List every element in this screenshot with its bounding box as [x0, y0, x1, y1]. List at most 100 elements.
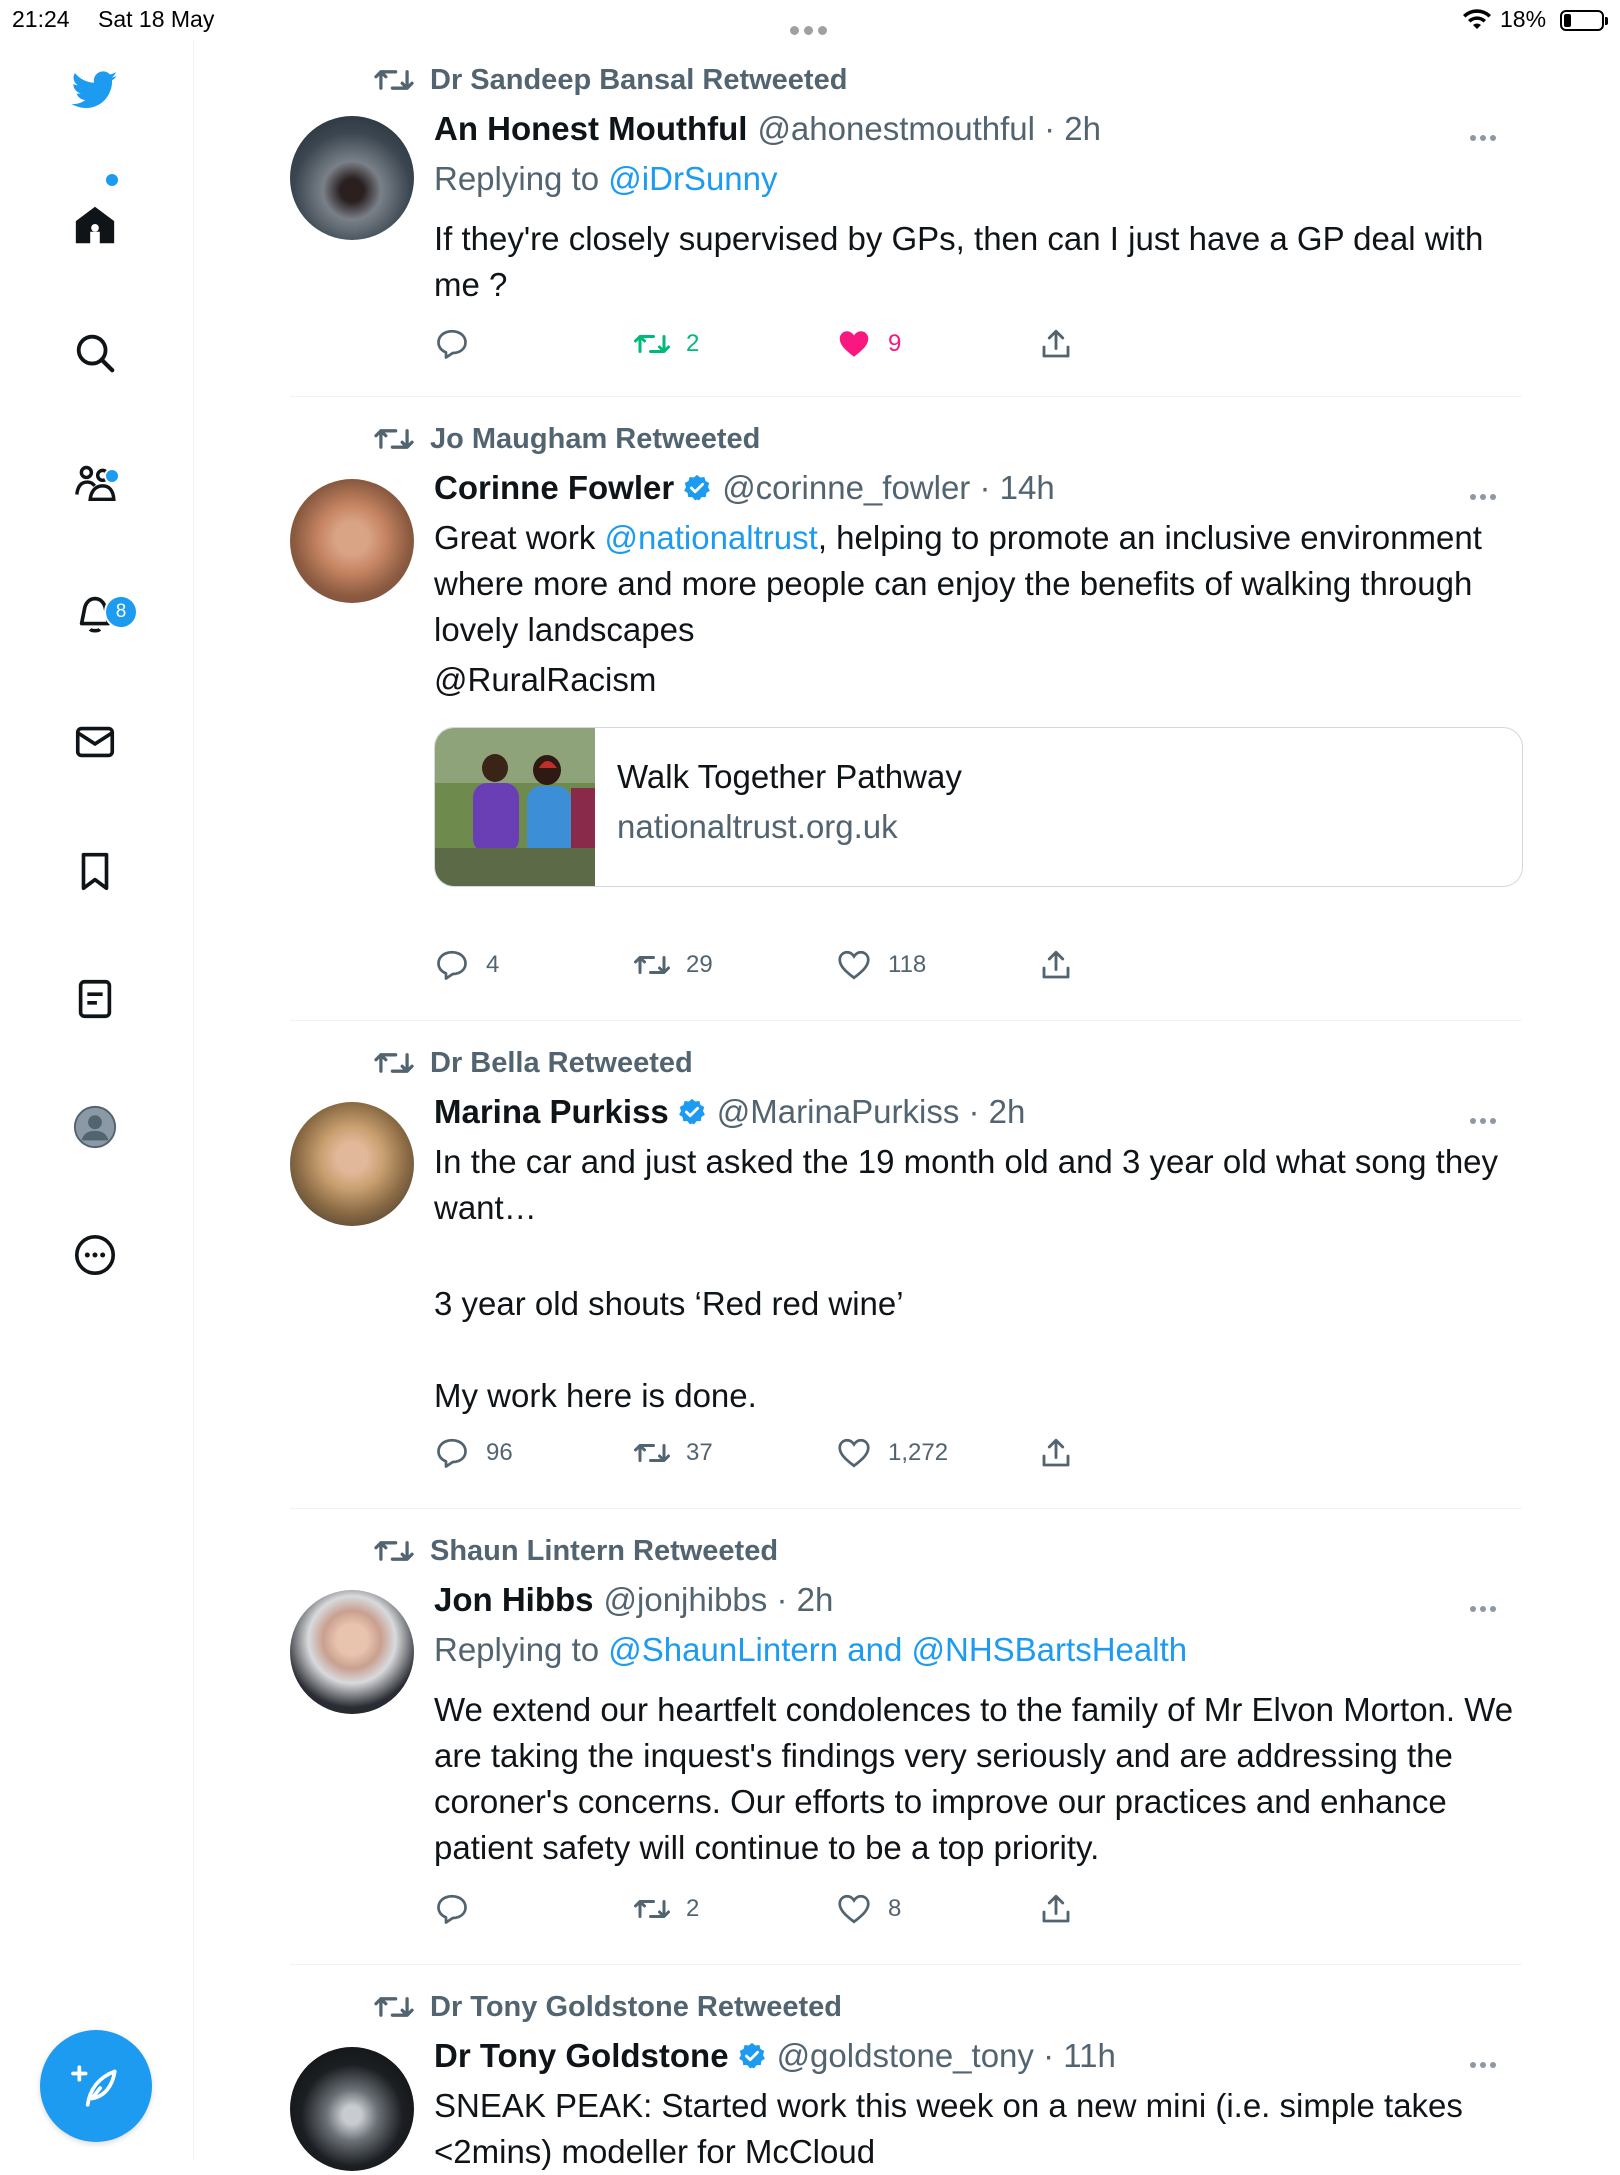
- tweet-text: SNEAK PEAK: Started work this week on a …: [434, 2087, 1463, 2170]
- retweet-button[interactable]: 2: [634, 1891, 699, 1927]
- like-count: 9: [888, 330, 902, 357]
- retweet-context[interactable]: Dr Bella Retweeted: [374, 1045, 693, 1081]
- replying-to-link[interactable]: @ShaunLintern and @NHSBartsHealth: [608, 1631, 1187, 1668]
- tweet[interactable]: Dr Tony Goldstone Retweeted Dr Tony Gold…: [290, 1965, 1522, 2171]
- avatar[interactable]: [290, 479, 414, 603]
- tweet[interactable]: Dr Sandeep Bansal Retweeted An Honest Mo…: [290, 40, 1522, 397]
- wifi-icon: [1463, 9, 1491, 29]
- retweet-button[interactable]: 29: [634, 947, 713, 983]
- replying-to-prefix: Replying to: [434, 1631, 600, 1668]
- heart-filled-icon: [839, 331, 869, 357]
- retweet-context[interactable]: Shaun Lintern Retweeted: [374, 1533, 778, 1569]
- mention-link[interactable]: @nationaltrust: [605, 519, 818, 556]
- like-button[interactable]: 8: [836, 1891, 901, 1927]
- reply-count: 4: [486, 951, 500, 978]
- tweet-header: Marina Purkiss @MarinaPurkiss · 2h: [434, 1093, 1025, 1131]
- home-unread-dot: [104, 172, 120, 188]
- card-thumbnail: [435, 728, 595, 886]
- tweet-actions: 4 29 118: [434, 947, 1134, 987]
- retweet-context[interactable]: Dr Sandeep Bansal Retweeted: [374, 62, 847, 98]
- like-button[interactable]: 118: [836, 947, 926, 983]
- retweet-icon: [634, 335, 670, 353]
- retweet-icon: [374, 429, 414, 449]
- author-handle-time[interactable]: @goldstone_tony · 11h: [777, 2037, 1116, 2075]
- tweet-text: We extend our heartfelt condolences to t…: [434, 1691, 1514, 1866]
- link-card[interactable]: Walk Together Pathway nationaltrust.org.…: [434, 727, 1523, 887]
- like-button[interactable]: 9: [836, 326, 901, 362]
- share-button[interactable]: [1038, 1435, 1090, 1471]
- reply-button[interactable]: 96: [434, 1435, 513, 1471]
- author-name[interactable]: Dr Tony Goldstone: [434, 2037, 729, 2075]
- sidebar: 8: [0, 40, 194, 2160]
- retweet-icon: [374, 70, 414, 90]
- reply-button[interactable]: 4: [434, 947, 499, 983]
- reply-count: 96: [486, 1439, 513, 1466]
- author-handle-time[interactable]: @jonjhibbs · 2h: [604, 1581, 834, 1619]
- author-name[interactable]: An Honest Mouthful: [434, 110, 747, 148]
- retweet-button[interactable]: 37: [634, 1435, 713, 1471]
- replying-to: Replying to @ShaunLintern and @NHSBartsH…: [434, 1631, 1187, 1669]
- author-handle-time[interactable]: @MarinaPurkiss · 2h: [717, 1093, 1026, 1131]
- more-circle-icon[interactable]: [70, 1230, 120, 1280]
- avatar[interactable]: [290, 116, 414, 240]
- tweet[interactable]: Shaun Lintern Retweeted Jon Hibbs @jonjh…: [290, 1509, 1522, 1965]
- bookmark-icon[interactable]: [70, 846, 120, 896]
- more-options-icon[interactable]: [1470, 1599, 1502, 1612]
- verified-badge-icon: [684, 474, 711, 501]
- retweet-icon: [374, 1541, 414, 1561]
- retweet-count: 29: [686, 951, 713, 978]
- tweet-text-p2: 3 year old shouts ‘Red red wine’: [434, 1285, 904, 1322]
- compose-tweet-button[interactable]: [40, 2030, 152, 2142]
- more-options-icon[interactable]: [1470, 2055, 1502, 2068]
- tweet-text: If they're closely supervised by GPs, th…: [434, 220, 1484, 303]
- like-count: 8: [888, 1895, 902, 1922]
- avatar[interactable]: [290, 1590, 414, 1714]
- multitasking-dots[interactable]: [790, 14, 834, 35]
- retweet-button[interactable]: 2: [634, 326, 699, 362]
- twitter-logo-icon[interactable]: [70, 65, 120, 115]
- avatar[interactable]: [290, 1102, 414, 1226]
- messages-envelope-icon[interactable]: [70, 717, 120, 767]
- reply-button[interactable]: [434, 1891, 486, 1927]
- replying-to-link[interactable]: @iDrSunny: [608, 160, 777, 197]
- verified-badge-icon: [678, 1098, 705, 1125]
- more-options-icon[interactable]: [1470, 487, 1502, 500]
- replying-to: Replying to @iDrSunny: [434, 160, 778, 198]
- compose-feather-icon: [71, 2065, 117, 2107]
- author-name[interactable]: Jon Hibbs: [434, 1581, 594, 1619]
- profile-avatar-icon[interactable]: [70, 1102, 120, 1152]
- retweet-icon: [374, 1053, 414, 1073]
- more-options-icon[interactable]: [1470, 1111, 1502, 1124]
- share-button[interactable]: [1038, 947, 1090, 983]
- mention-link[interactable]: @RuralRacism: [434, 657, 656, 703]
- status-time: 21:24: [12, 6, 70, 32]
- home-icon[interactable]: [70, 200, 120, 250]
- retweet-count: 37: [686, 1439, 713, 1466]
- retweeted-by-text: Jo Maugham Retweeted: [430, 422, 761, 455]
- tweet-text-start: Great work: [434, 519, 605, 556]
- search-icon[interactable]: [70, 328, 120, 378]
- author-handle-time[interactable]: @ahonestmouthful · 2h: [757, 110, 1101, 148]
- avatar[interactable]: [290, 2047, 414, 2171]
- tweet-actions: 2 9: [434, 326, 1134, 366]
- share-button[interactable]: [1038, 1891, 1090, 1927]
- like-button[interactable]: 1,272: [836, 1435, 948, 1471]
- tweet-text-p1: In the car and just asked the 19 month o…: [434, 1143, 1499, 1226]
- lists-icon[interactable]: [70, 974, 120, 1024]
- reply-button[interactable]: [434, 326, 486, 362]
- author-handle-time[interactable]: @corinne_fowler · 14h: [722, 469, 1055, 507]
- author-name[interactable]: Marina Purkiss: [434, 1093, 669, 1131]
- heart-icon: [838, 1894, 870, 1924]
- share-button[interactable]: [1038, 326, 1090, 362]
- retweet-count: 2: [686, 330, 700, 357]
- author-name[interactable]: Corinne Fowler: [434, 469, 674, 507]
- tweet[interactable]: Dr Bella Retweeted Marina Purkiss @Marin…: [290, 1021, 1522, 1509]
- tweet[interactable]: Jo Maugham Retweeted Corinne Fowler @cor…: [290, 397, 1523, 1021]
- notifications-badge: 8: [104, 595, 138, 629]
- more-options-icon[interactable]: [1470, 128, 1502, 141]
- tweet-header: Jon Hibbs @jonjhibbs · 2h: [434, 1581, 833, 1619]
- heart-icon: [838, 950, 870, 980]
- like-count: 118: [888, 951, 927, 978]
- retweet-context[interactable]: Jo Maugham Retweeted: [374, 421, 760, 457]
- retweet-context[interactable]: Dr Tony Goldstone Retweeted: [374, 1989, 842, 2025]
